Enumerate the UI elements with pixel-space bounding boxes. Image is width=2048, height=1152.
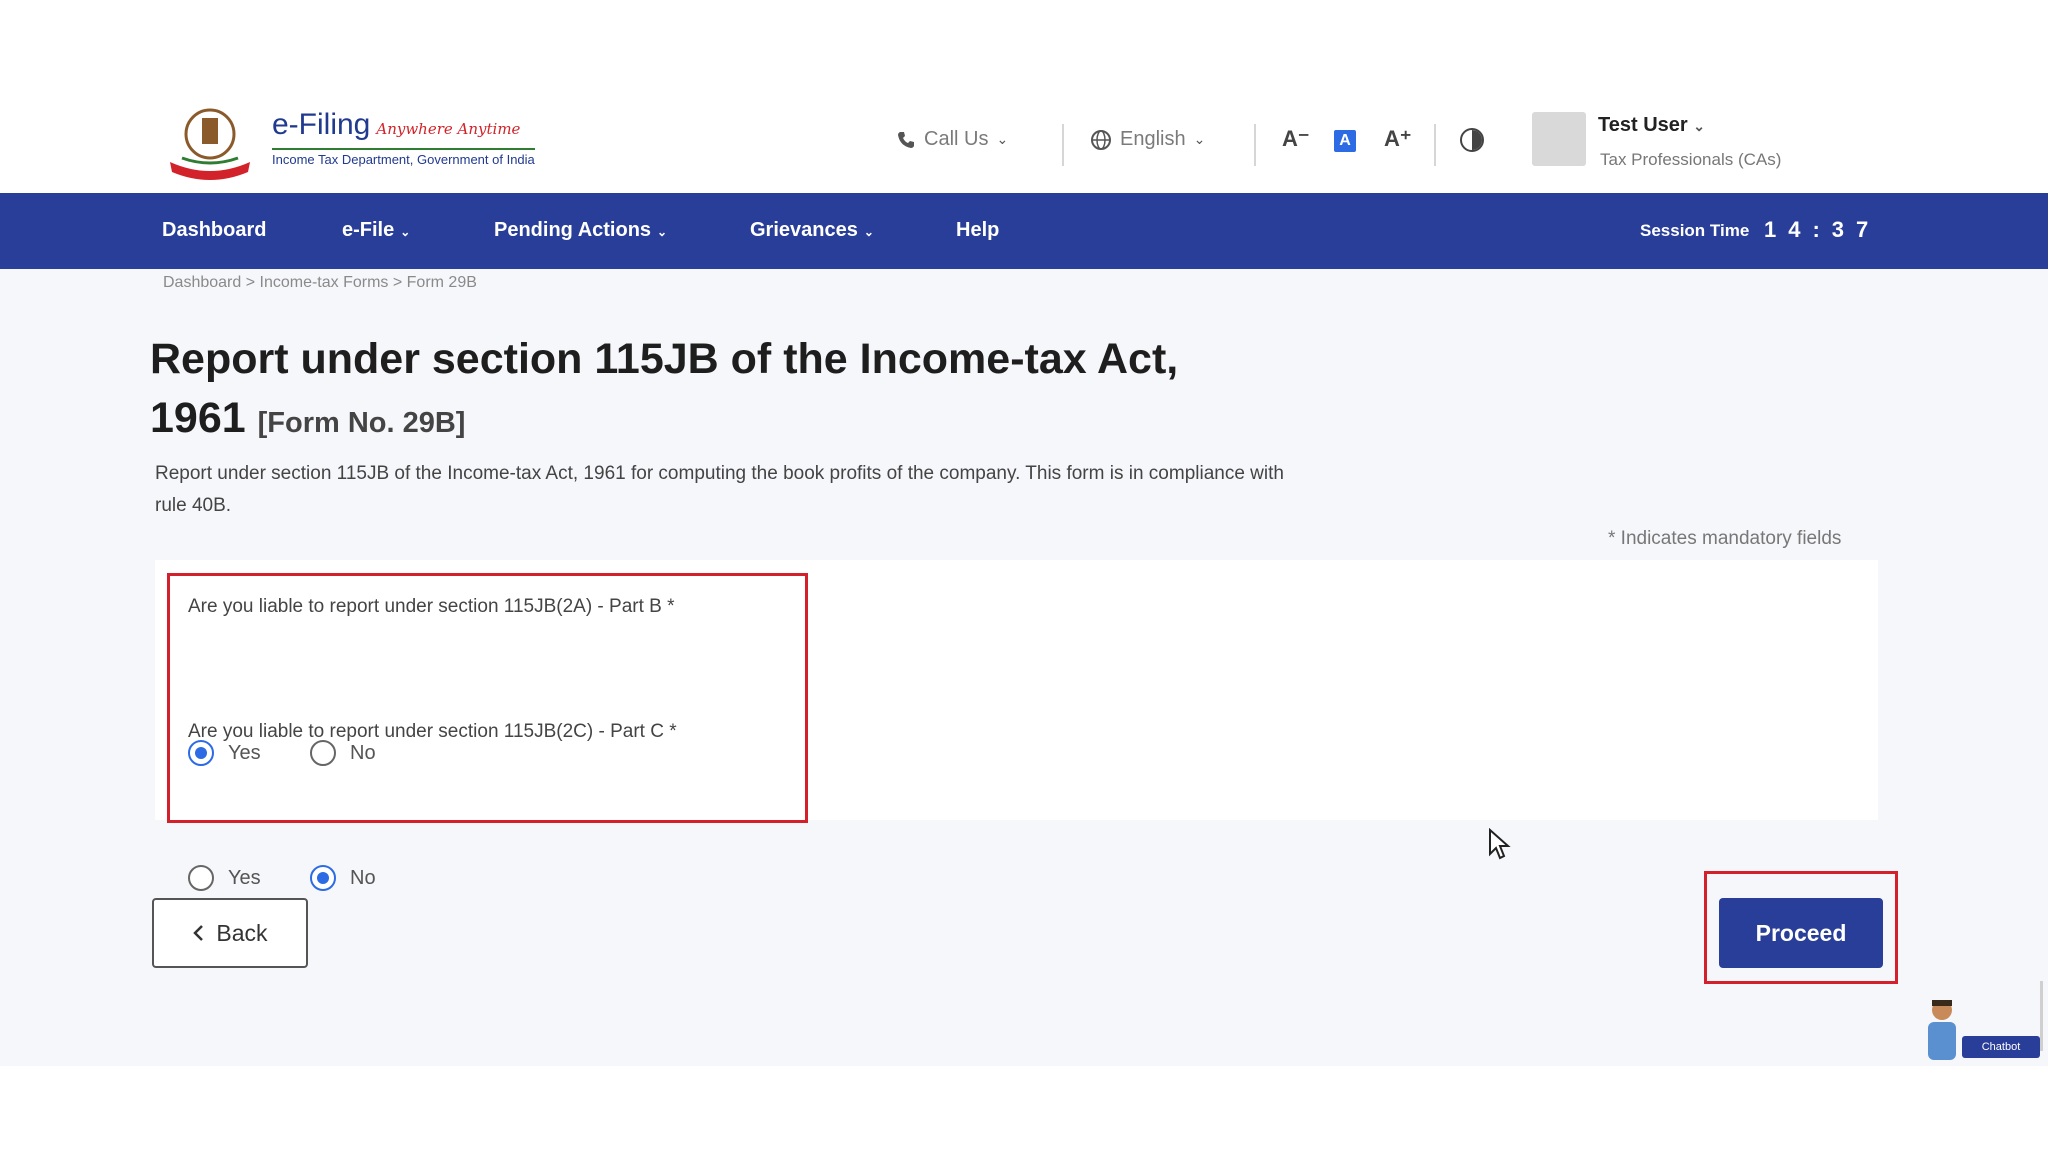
radio-label: Yes: [228, 741, 261, 764]
page-title: Report under section 115JB of the Income…: [150, 335, 1179, 442]
font-default-button[interactable]: A: [1334, 130, 1356, 152]
font-decrease-button[interactable]: A⁻: [1282, 126, 1310, 152]
globe-icon: [1091, 129, 1111, 150]
font-increase-button[interactable]: A⁺: [1384, 126, 1412, 152]
form-number: [Form No. 29B]: [257, 407, 466, 439]
radio-part-b-no[interactable]: No: [310, 740, 376, 766]
user-name: Test User: [1598, 114, 1688, 136]
question-part-c-text: Are you liable to report under section 1…: [188, 721, 677, 742]
radio-unselected-icon: [188, 865, 214, 891]
brand-subtitle: Income Tax Department, Government of Ind…: [272, 148, 535, 167]
nav-item-help[interactable]: Help: [956, 219, 999, 242]
nav-item-grievances[interactable]: Grievances ⌄: [750, 219, 874, 242]
efiling-logo[interactable]: e-Filing Anywhere Anytime Income Tax Depa…: [160, 100, 535, 182]
mouse-cursor-icon: [1489, 828, 1511, 860]
radio-label: Yes: [228, 866, 261, 889]
back-button[interactable]: Back: [152, 898, 308, 968]
question-part-b: Are you liable to report under section 1…: [188, 596, 675, 617]
proceed-button[interactable]: Proceed: [1719, 898, 1883, 968]
contrast-toggle-icon[interactable]: [1460, 128, 1484, 152]
radio-part-c-no[interactable]: No: [310, 865, 376, 891]
radio-selected-icon: [188, 740, 214, 766]
divider: [1434, 124, 1436, 166]
radio-label: No: [350, 741, 376, 764]
chevron-down-icon: ⌄: [996, 131, 1009, 147]
mandatory-note: * Indicates mandatory fields: [1608, 528, 1842, 549]
nav-item-efile[interactable]: e-File ⌄: [342, 219, 410, 242]
chevron-down-icon: ⌄: [1693, 118, 1705, 134]
chevron-down-icon: ⌄: [657, 225, 668, 239]
scrollbar[interactable]: [2040, 981, 2043, 1051]
back-label: Back: [216, 919, 268, 946]
app-window: e-Filing Anywhere Anytime Income Tax Depa…: [0, 86, 2048, 1066]
divider: [1254, 124, 1256, 166]
language-label: English: [1120, 128, 1186, 150]
main-nav: Dashboard e-File ⌄ Pending Actions ⌄ Griev…: [0, 193, 2048, 269]
language-dropdown[interactable]: English ⌄: [1090, 128, 1205, 151]
radio-label: No: [350, 866, 376, 889]
call-us-label: Call Us: [924, 128, 989, 150]
header: e-Filing Anywhere Anytime Income Tax Depa…: [0, 86, 2048, 193]
session-timer: 14:37: [1764, 217, 1881, 242]
chevron-down-icon: ⌄: [400, 225, 411, 239]
emblem-icon: [170, 108, 250, 180]
radio-part-b-yes[interactable]: Yes: [188, 740, 261, 766]
divider: [1062, 124, 1064, 166]
nav-item-pending-actions[interactable]: Pending Actions ⌄: [494, 219, 667, 242]
call-us-dropdown[interactable]: Call Us ⌄: [896, 128, 1008, 151]
brand-title: e-Filing Anywhere Anytime: [272, 108, 521, 141]
nav-item-dashboard[interactable]: Dashboard: [162, 219, 266, 242]
phone-icon: [898, 131, 914, 148]
radio-selected-icon: [310, 865, 336, 891]
breadcrumb[interactable]: Dashboard > Income-tax Forms > Form 29B: [163, 274, 477, 292]
chevron-left-icon: [193, 925, 204, 941]
chatbot-button[interactable]: Chatbot: [1962, 1036, 2040, 1058]
screen: e-Filing Anywhere Anytime Income Tax Depa…: [0, 0, 2048, 1152]
session-time-label: Session Time: [1640, 221, 1750, 240]
avatar[interactable]: [1532, 112, 1586, 166]
user-role: Tax Professionals (CAs): [1600, 150, 1782, 169]
user-menu[interactable]: Test User ⌄: [1598, 114, 1705, 137]
chevron-down-icon: ⌄: [1193, 131, 1206, 147]
radio-unselected-icon: [310, 740, 336, 766]
page-description: Report under section 115JB of the Income…: [155, 463, 1284, 516]
radio-part-c-yes[interactable]: Yes: [188, 865, 261, 891]
chevron-down-icon: ⌄: [863, 225, 874, 239]
brand-tagline: Anywhere Anytime: [376, 120, 521, 138]
